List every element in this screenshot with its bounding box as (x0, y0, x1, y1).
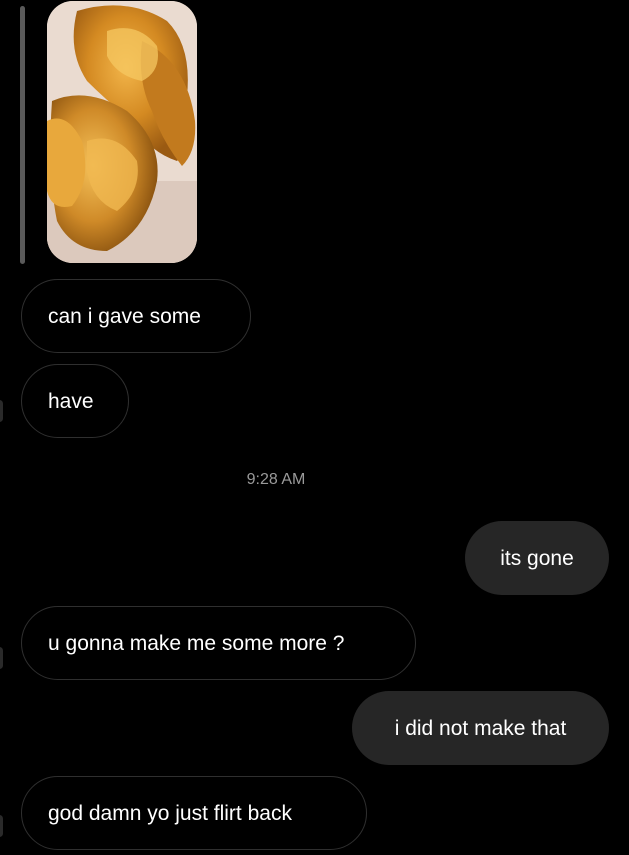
message-timestamp: 9:28 AM (246, 471, 306, 488)
message-text: can i gave some (48, 304, 201, 328)
message-text: u gonna make me some more ? (48, 631, 345, 655)
message-bubble-sent[interactable]: i did not make that (352, 691, 609, 765)
message-bubble-received[interactable]: god damn yo just flirt back (21, 776, 367, 850)
sender-avatar-edge (0, 647, 3, 669)
sender-avatar-edge (0, 400, 3, 422)
message-text: i did not make that (394, 716, 567, 740)
message-bubble-received[interactable]: u gonna make me some more ? (21, 606, 416, 680)
sender-avatar-edge (0, 815, 3, 837)
message-text: god damn yo just flirt back (48, 801, 292, 825)
shared-photo-fried-chicken[interactable] (47, 1, 197, 263)
fried-chicken-image (47, 1, 197, 263)
message-text: have (48, 389, 94, 413)
message-text: its gone (500, 546, 574, 570)
message-bubble-received[interactable]: have (21, 364, 129, 438)
message-bubble-received[interactable]: can i gave some (21, 279, 251, 353)
reply-quote-bar (20, 6, 25, 264)
message-bubble-sent[interactable]: its gone (465, 521, 609, 595)
